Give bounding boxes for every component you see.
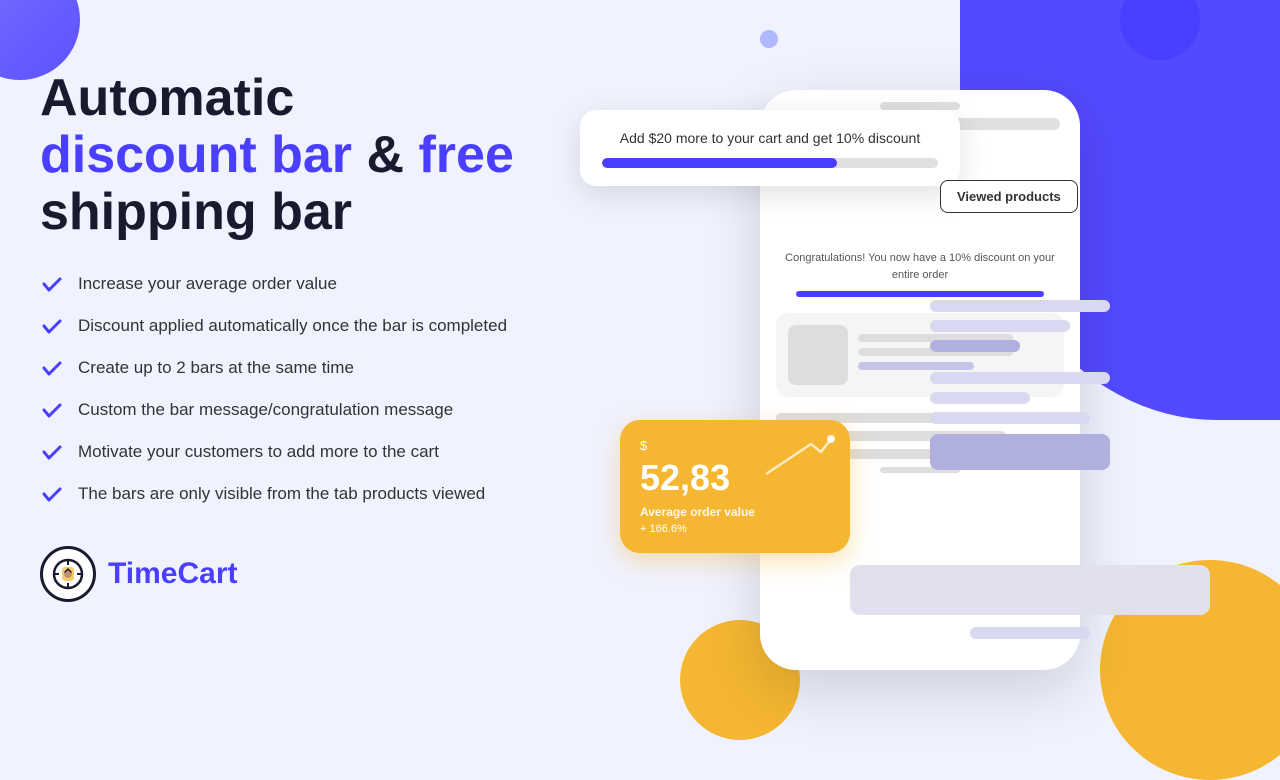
check-icon-3 (40, 356, 64, 380)
bottom-area-skeletons (850, 565, 1210, 639)
check-icon-4 (40, 398, 64, 422)
check-icon-2 (40, 314, 64, 338)
congrats-progress-bar (796, 291, 1044, 297)
title-line1: Automatic (40, 69, 294, 127)
bottom-skel-line (970, 627, 1090, 639)
skeleton-product-image (788, 325, 848, 385)
feature-item-2: Discount applied automatically once the … (40, 314, 620, 338)
feature-item-3: Create up to 2 bars at the same time (40, 356, 620, 380)
logo-text-part2: Cart (177, 557, 237, 590)
logo-icon (40, 546, 96, 602)
feature-text-1: Increase your average order value (78, 274, 337, 294)
stats-change: + 166.6% (640, 523, 830, 535)
congrats-text: Congratulations! You now have a 10% disc… (776, 250, 1064, 283)
bg-decor-circle-topleft (0, 0, 80, 80)
progress-bar-fill (602, 158, 837, 168)
viewed-products-label: Viewed products (957, 189, 1061, 204)
title-line3: shipping bar (40, 183, 352, 241)
bg-decor-dot-midtop (760, 30, 778, 48)
stats-chart (766, 434, 836, 484)
feature-item-6: The bars are only visible from the tab p… (40, 482, 620, 506)
right-skel-2 (930, 320, 1070, 332)
title-free: free (418, 126, 513, 184)
check-icon-5 (40, 440, 64, 464)
left-content-panel: Automatic discount bar & free shipping b… (40, 70, 620, 602)
feature-text-6: The bars are only visible from the tab p… (78, 484, 485, 504)
check-icon-1 (40, 272, 64, 296)
stats-card: $ 52,83 Average order value + 166.6% (620, 420, 850, 553)
viewed-products-button[interactable]: Viewed products (940, 180, 1078, 213)
right-skel-3 (930, 340, 1020, 352)
features-list: Increase your average order value Discou… (40, 272, 620, 506)
right-skel-btn (930, 434, 1110, 470)
logo-text-part1: Time (108, 557, 177, 590)
stats-label: Average order value (640, 505, 830, 519)
feature-item-4: Custom the bar message/congratulation me… (40, 398, 620, 422)
right-skel-1 (930, 300, 1110, 312)
feature-text-4: Custom the bar message/congratulation me… (78, 400, 453, 420)
discount-card: Add $20 more to your cart and get 10% di… (580, 110, 960, 186)
page-title: Automatic discount bar & free shipping b… (40, 70, 620, 242)
feature-text-2: Discount applied automatically once the … (78, 316, 507, 336)
feature-text-3: Create up to 2 bars at the same time (78, 358, 354, 378)
feature-item-1: Increase your average order value (40, 272, 620, 296)
right-skel-5 (930, 392, 1030, 404)
title-discount-bar: discount bar (40, 126, 352, 184)
bottom-skel-bar (850, 565, 1210, 615)
congrats-section: Congratulations! You now have a 10% disc… (760, 250, 1080, 297)
right-skeleton-items (930, 300, 1110, 470)
feature-item-5: Motivate your customers to add more to t… (40, 440, 620, 464)
feature-text-5: Motivate your customers to add more to t… (78, 442, 439, 462)
right-skel-4 (930, 372, 1110, 384)
logo: TimeCart (40, 546, 620, 602)
title-connector: & (366, 126, 418, 184)
discount-card-message: Add $20 more to your cart and get 10% di… (602, 130, 938, 146)
check-icon-6 (40, 482, 64, 506)
right-mockup-area: Add $20 more to your cart and get 10% di… (560, 60, 1240, 680)
logo-text: TimeCart (108, 557, 238, 591)
progress-bar-container (602, 158, 938, 168)
phone-notch (880, 102, 960, 110)
right-skel-6 (930, 412, 1090, 424)
